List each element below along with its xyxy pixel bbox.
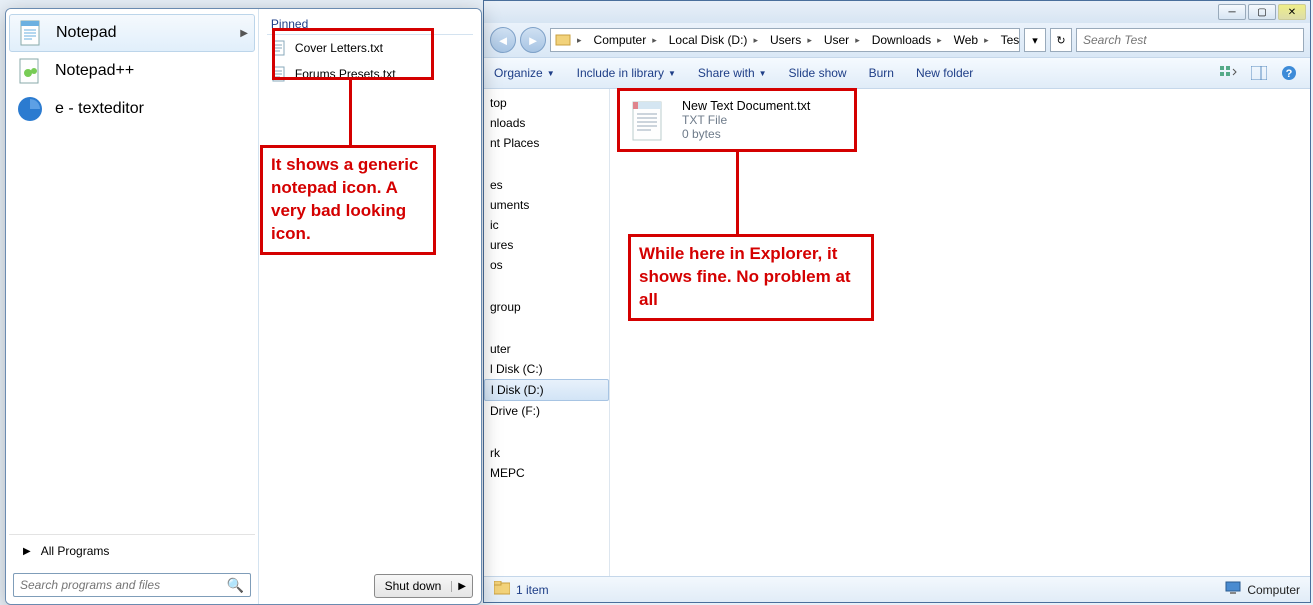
crumb[interactable]: Test [993, 29, 1020, 51]
organize-button[interactable]: Organize▼ [494, 66, 555, 80]
program-item-etexteditor[interactable]: e - texteditor [9, 90, 255, 128]
crumb[interactable]: Local Disk (D:)▸ [661, 29, 762, 51]
program-label: e - texteditor [55, 100, 144, 118]
program-label: Notepad [56, 24, 117, 42]
program-item-notepadpp[interactable]: Notepad++ [9, 52, 255, 90]
annotation-box [617, 88, 857, 152]
breadcrumb-dropdown[interactable]: ▾ [1024, 28, 1046, 52]
nav-item-selected[interactable]: l Disk (D:) [484, 379, 609, 401]
navigation-pane: top nloads nt Places es uments ic ures o… [484, 89, 610, 576]
explorer-search-input[interactable] [1083, 33, 1297, 47]
slideshow-button[interactable]: Slide show [789, 66, 847, 80]
program-item-notepad[interactable]: Notepad ▶ [9, 14, 255, 52]
program-label: Notepad++ [55, 62, 134, 80]
annotation-text: It shows a generic notepad icon. A very … [260, 145, 436, 255]
nav-item[interactable]: MEPC [484, 463, 609, 483]
nav-item[interactable]: os [484, 255, 609, 275]
burn-button[interactable]: Burn [869, 66, 894, 80]
help-icon[interactable]: ? [1278, 63, 1300, 83]
notepadpp-icon [15, 56, 45, 86]
nav-item[interactable]: es [484, 175, 609, 195]
nav-item[interactable]: uter [484, 339, 609, 359]
triangle-icon: ▶ [23, 546, 31, 557]
explorer-window: ─ ▢ ✕ ◄ ► ▸ Computer▸ Local Disk (D:)▸ U… [483, 0, 1311, 603]
annotation-box [272, 28, 434, 80]
svg-text:?: ? [1286, 68, 1293, 80]
nav-item[interactable]: top [484, 93, 609, 113]
all-programs-label: All Programs [41, 544, 110, 558]
annotation-line [349, 80, 352, 145]
crumb[interactable]: Users▸ [762, 29, 816, 51]
annotation-text: While here in Explorer, it shows fine. N… [628, 234, 874, 321]
nav-item[interactable]: rk [484, 443, 609, 463]
minimize-button[interactable]: ─ [1218, 4, 1246, 20]
include-in-library-button[interactable]: Include in library▼ [577, 66, 676, 80]
computer-icon [1225, 581, 1241, 598]
etexteditor-icon [15, 94, 45, 124]
shutdown-button[interactable]: Shut down ▶ [374, 574, 473, 598]
back-button[interactable]: ◄ [490, 27, 516, 53]
nav-item[interactable]: ures [484, 235, 609, 255]
nav-item[interactable]: Drive (F:) [484, 401, 609, 421]
submenu-arrow-icon: ▶ [240, 28, 248, 39]
search-icon: 🔍 [226, 577, 243, 594]
close-button[interactable]: ✕ [1278, 4, 1306, 20]
titlebar: ─ ▢ ✕ [484, 1, 1310, 23]
nav-item[interactable]: group [484, 297, 609, 317]
nav-item[interactable]: nloads [484, 113, 609, 133]
share-with-button[interactable]: Share with▼ [698, 66, 767, 80]
start-menu: Notepad ▶ Notepad++ e - texteditor [5, 8, 482, 605]
forward-button[interactable]: ► [520, 27, 546, 53]
shutdown-menu-arrow-icon[interactable]: ▶ [451, 581, 472, 592]
view-options-icon[interactable] [1218, 63, 1240, 83]
crumb[interactable]: Downloads▸ [864, 29, 946, 51]
search-input[interactable] [20, 578, 226, 592]
notepad-icon [16, 18, 46, 48]
status-location: Computer [1247, 583, 1300, 597]
shutdown-label: Shut down [375, 579, 452, 593]
refresh-button[interactable]: ↻ [1050, 28, 1072, 52]
status-bar: 1 item Computer [484, 576, 1310, 602]
all-programs-button[interactable]: ▶ All Programs [9, 534, 255, 567]
annotation-line [736, 152, 739, 234]
crumb[interactable]: Computer▸ [586, 29, 661, 51]
crumb[interactable]: Web▸ [946, 29, 993, 51]
start-menu-jumplist-pane: Pinned Cover Letters.txt Forums Presets.… [258, 9, 481, 604]
toolbar: Organize▼ Include in library▼ Share with… [484, 57, 1310, 89]
maximize-button[interactable]: ▢ [1248, 4, 1276, 20]
nav-item[interactable]: nt Places [484, 133, 609, 153]
new-folder-button[interactable]: New folder [916, 66, 973, 80]
preview-pane-icon[interactable] [1248, 63, 1270, 83]
nav-item[interactable]: l Disk (C:) [484, 359, 609, 379]
start-menu-programs-pane: Notepad ▶ Notepad++ e - texteditor [6, 9, 258, 604]
start-search-box[interactable]: 🔍 [13, 573, 251, 597]
folder-icon [494, 581, 510, 598]
crumb-root-icon[interactable]: ▸ [551, 29, 586, 51]
content-pane[interactable]: New Text Document.txt TXT File 0 bytes [610, 89, 1310, 576]
item-count: 1 item [516, 583, 549, 597]
crumb[interactable]: User▸ [816, 29, 864, 51]
nav-item[interactable]: ic [484, 215, 609, 235]
address-bar: ◄ ► ▸ Computer▸ Local Disk (D:)▸ Users▸ … [484, 23, 1310, 57]
explorer-search-box[interactable] [1076, 28, 1304, 52]
breadcrumb[interactable]: ▸ Computer▸ Local Disk (D:)▸ Users▸ User… [550, 28, 1020, 52]
nav-item[interactable]: uments [484, 195, 609, 215]
